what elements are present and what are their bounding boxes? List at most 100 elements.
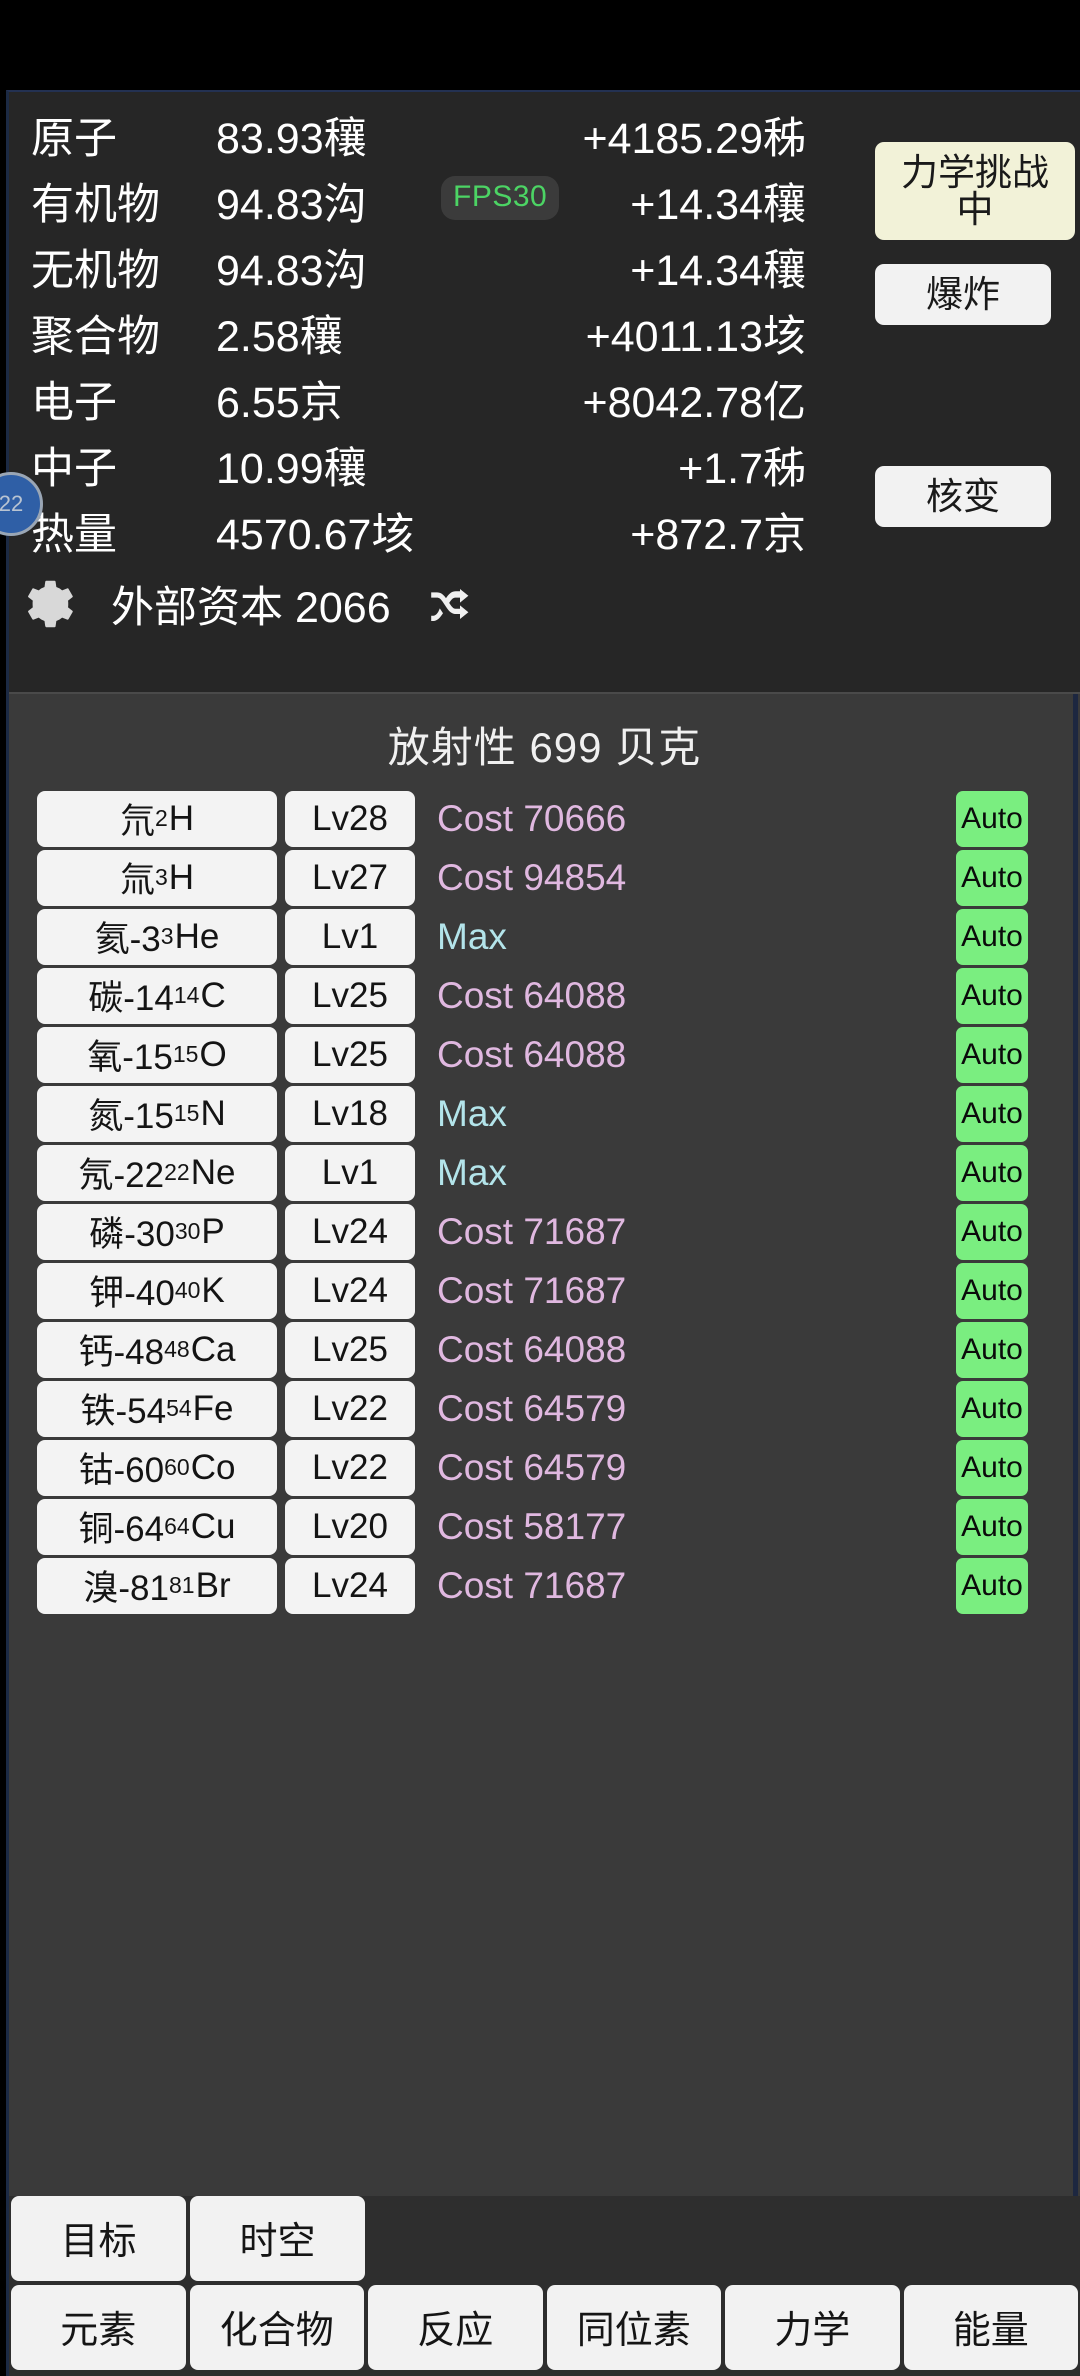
- isotope-label: 氮-15: [88, 1097, 174, 1136]
- isotope-level-button[interactable]: Lv24: [285, 1262, 415, 1319]
- isotope-name-button[interactable]: 铜-64 64 Cu: [37, 1498, 277, 1555]
- isotope-scrollbar[interactable]: [1073, 694, 1078, 2196]
- isotope-symbol: H: [168, 798, 195, 838]
- isotope-auto-button[interactable]: Auto: [956, 1262, 1028, 1319]
- isotope-auto-button[interactable]: Auto: [956, 1144, 1028, 1201]
- isotope-mass-number: 14: [173, 982, 200, 1008]
- isotope-auto-button[interactable]: Auto: [956, 1321, 1028, 1378]
- isotope-symbol: K: [201, 1270, 225, 1310]
- stat-value: 4570.67垓: [216, 511, 415, 559]
- isotope-mass-number: 15: [173, 1100, 200, 1126]
- isotope-row: 磷-30 30 P Lv24 Cost 71687 Auto: [37, 1202, 1080, 1261]
- isotope-level-button[interactable]: Lv28: [285, 790, 415, 847]
- isotope-name-button[interactable]: 氘 2H: [37, 790, 277, 847]
- isotope-mass-number: 40: [174, 1277, 201, 1303]
- stat-delta: +4011.13垓: [585, 313, 806, 361]
- tab-1[interactable]: 化合物: [189, 2285, 364, 2370]
- tab-5[interactable]: 能量: [903, 2285, 1078, 2370]
- isotope-name-button[interactable]: 氮-15 15 N: [37, 1085, 277, 1142]
- isotope-max-status: Max: [437, 1151, 507, 1193]
- stat-value: 10.99穰: [216, 445, 367, 493]
- isotope-name-button[interactable]: 氧-15 15 O: [37, 1026, 277, 1083]
- isotope-auto-button[interactable]: Auto: [956, 1380, 1028, 1437]
- isotope-cost-status: Cost 71687: [437, 1210, 627, 1252]
- isotope-name-button[interactable]: 溴-81 81 Br: [37, 1557, 277, 1614]
- isotope-label: 铁-54: [80, 1392, 167, 1431]
- isotope-level-button[interactable]: Lv18: [285, 1085, 415, 1142]
- isotope-name-button[interactable]: 钴-60 60 Co: [37, 1439, 277, 1496]
- tab-0[interactable]: 目标: [11, 2196, 186, 2281]
- isotope-name-button[interactable]: 氚 3H: [37, 849, 277, 906]
- tab-1[interactable]: 时空: [190, 2196, 365, 2281]
- isotope-symbol: Ca: [190, 1329, 236, 1369]
- isotope-cost-status: Cost 64579: [437, 1446, 627, 1488]
- isotope-name-button[interactable]: 钙-48 48 Ca: [37, 1321, 277, 1378]
- isotope-level-button[interactable]: Lv22: [285, 1380, 415, 1437]
- isotope-mass-number: 54: [166, 1395, 192, 1421]
- external-capital-label: 外部资本 2066: [111, 584, 391, 632]
- isotope-mass-number: 3: [160, 923, 174, 949]
- screen: 原子 83.93穰 +4185.29秭 有机物 94.83沟 +14.34穰 无机物 94.8…: [0, 0, 1080, 2376]
- isotope-name-button[interactable]: 碳-14 14 C: [37, 967, 277, 1024]
- stat-name: 有机物: [31, 181, 160, 229]
- isotope-name-button[interactable]: 磷-30 30 P: [37, 1203, 277, 1260]
- isotope-level-button[interactable]: Lv27: [285, 849, 415, 906]
- isotope-auto-button[interactable]: Auto: [956, 1498, 1028, 1555]
- tab-4[interactable]: 力学: [725, 2285, 900, 2370]
- isotope-auto-button[interactable]: Auto: [956, 1439, 1028, 1496]
- isotope-symbol: Cu: [190, 1506, 236, 1546]
- bottom-tab-bar: 目标 时空 元素 化合物 反应 同位素 力学 能量: [9, 2196, 1080, 2376]
- isotope-name-button[interactable]: 氖-22 22 Ne: [37, 1144, 277, 1201]
- isotope-auto-button[interactable]: Auto: [956, 1085, 1028, 1142]
- isotope-cost-status: Cost 64088: [437, 974, 627, 1016]
- isotope-level-button[interactable]: Lv1: [285, 1144, 415, 1201]
- isotope-level-button[interactable]: Lv25: [285, 967, 415, 1024]
- isotope-level-button[interactable]: Lv20: [285, 1498, 415, 1555]
- stat-delta: +1.7秭: [678, 445, 806, 493]
- isotope-row: 氘 2 H Lv28 Cost 70666 Auto: [37, 789, 1080, 848]
- isotope-level-button[interactable]: Lv25: [285, 1321, 415, 1378]
- gear-icon[interactable]: [19, 575, 77, 633]
- isotope-row: 钙-48 48 Ca Lv25 Cost 64088 Auto: [37, 1320, 1080, 1379]
- isotope-auto-button[interactable]: Auto: [956, 1557, 1028, 1614]
- isotope-row: 氮-15 15 N Lv18 Max Auto: [37, 1084, 1080, 1143]
- isotope-level-button[interactable]: Lv25: [285, 1026, 415, 1083]
- isotope-auto-button[interactable]: Auto: [956, 908, 1028, 965]
- isotope-mass-number: 64: [164, 1513, 190, 1539]
- isotope-level-button[interactable]: Lv24: [285, 1203, 415, 1260]
- isotope-level-button[interactable]: Lv24: [285, 1557, 415, 1614]
- isotope-name-button[interactable]: 氦-3 3 He: [37, 908, 277, 965]
- isotope-label: 氘: [119, 802, 155, 841]
- stat-delta: +4185.29秭: [582, 115, 806, 163]
- isotope-symbol: C: [200, 975, 226, 1015]
- isotope-row: 钾-40 40 K Lv24 Cost 71687 Auto: [37, 1261, 1080, 1320]
- radioactivity-title: 放射性 699 贝克: [387, 724, 702, 771]
- isotope-auto-button[interactable]: Auto: [956, 1203, 1028, 1260]
- mechanics-challenge-button[interactable]: 力学挑战中: [875, 142, 1075, 240]
- isotope-row: 氦-3 3 He Lv1 Max Auto: [37, 907, 1080, 966]
- isotope-name-button[interactable]: 钾-40 40 K: [37, 1262, 277, 1319]
- isotope-row: 钴-60 60 Co Lv22 Cost 64579 Auto: [37, 1438, 1080, 1497]
- stat-value: 6.55京: [216, 379, 343, 427]
- shuffle-icon[interactable]: [423, 580, 477, 628]
- isotope-name-button[interactable]: 铁-54 54 Fe: [37, 1380, 277, 1437]
- tab-2[interactable]: 反应: [368, 2285, 543, 2370]
- isotope-symbol: He: [174, 916, 220, 956]
- stat-name: 原子: [31, 115, 117, 163]
- stat-delta: +14.34穰: [630, 247, 806, 295]
- isotope-auto-button[interactable]: Auto: [956, 1026, 1028, 1083]
- isotope-row: 氚 3 H Lv27 Cost 94854 Auto: [37, 848, 1080, 907]
- explode-button[interactable]: 爆炸: [875, 264, 1051, 325]
- tab-3[interactable]: 同位素: [546, 2285, 721, 2370]
- isotope-mass-number: 3: [154, 864, 168, 890]
- nuclear-change-button[interactable]: 核变: [875, 466, 1051, 527]
- isotope-auto-button[interactable]: Auto: [956, 967, 1028, 1024]
- isotope-max-status: Max: [437, 915, 507, 957]
- stat-name: 无机物: [31, 247, 160, 295]
- isotope-auto-button[interactable]: Auto: [956, 790, 1028, 847]
- isotope-level-button[interactable]: Lv1: [285, 908, 415, 965]
- isotope-auto-button[interactable]: Auto: [956, 849, 1028, 906]
- isotope-level-button[interactable]: Lv22: [285, 1439, 415, 1496]
- tab-0[interactable]: 元素: [11, 2285, 186, 2370]
- isotope-row: 碳-14 14 C Lv25 Cost 64088 Auto: [37, 966, 1080, 1025]
